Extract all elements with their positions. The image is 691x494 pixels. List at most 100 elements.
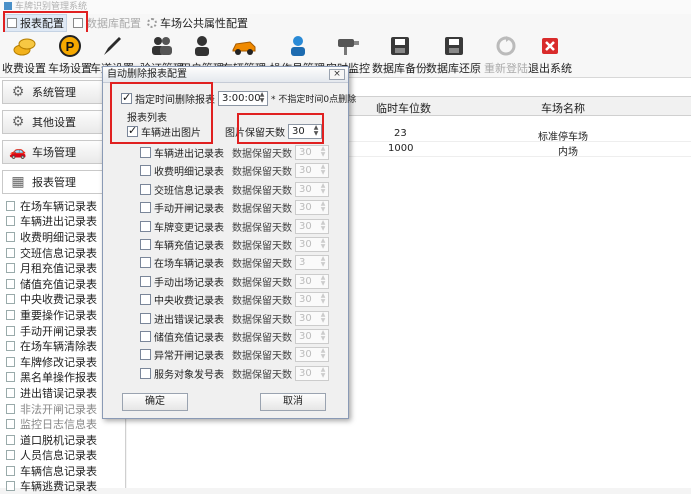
- report-checkbox[interactable]: [140, 147, 151, 158]
- list-item[interactable]: 人员信息记录表: [6, 448, 125, 464]
- dialog-close-button[interactable]: ×: [329, 69, 345, 80]
- list-item[interactable]: 道口脱机记录表: [6, 432, 125, 448]
- time-note: * 不指定时间0点删除: [271, 95, 357, 105]
- column-header[interactable]: 临时车位数: [376, 100, 431, 116]
- report-icon: [6, 247, 15, 258]
- image-retention-row: 车辆进出图片 图片保留天数 30 ▲▼: [127, 124, 322, 139]
- spinner-arrows-icon[interactable]: ▲ ▼: [319, 311, 327, 325]
- report-days-label: 数据保留天数: [232, 149, 292, 160]
- report-checkbox[interactable]: [140, 367, 151, 379]
- ok-button[interactable]: 确定: [122, 393, 188, 411]
- report-checkbox[interactable]: [140, 349, 151, 361]
- toolbar-db-backup[interactable]: 数据库备份: [372, 32, 427, 78]
- report-days-spinner[interactable]: 30 ▲ ▼: [295, 310, 329, 326]
- window-title: 车牌识别管理系统: [15, 2, 88, 12]
- gear-icon: [147, 18, 157, 28]
- toolbar-db-restore[interactable]: 数据库还原: [426, 32, 481, 78]
- report-days-spinner[interactable]: 30 ▲ ▼: [295, 163, 329, 179]
- report-retention-row: 手动开闸记录表 数据保留天数 30 ▲ ▼: [140, 200, 329, 216]
- report-days-spinner[interactable]: 30 ▲ ▼: [295, 200, 329, 216]
- report-days-spinner[interactable]: 30 ▲ ▼: [295, 365, 329, 381]
- report-days-spinner[interactable]: 30 ▲ ▼: [295, 145, 329, 160]
- report-days-value: 30: [299, 165, 312, 177]
- report-checkbox[interactable]: [140, 257, 151, 269]
- image-checkbox[interactable]: [127, 124, 138, 137]
- report-days-spinner[interactable]: 30 ▲ ▼: [295, 273, 329, 289]
- spinner-arrows-icon[interactable]: ▲ ▼: [319, 293, 327, 306]
- menu-report-config[interactable]: 报表配置: [4, 14, 67, 32]
- spinner-arrows-icon[interactable]: ▲ ▼: [319, 256, 327, 269]
- report-checkbox[interactable]: [140, 183, 151, 195]
- sidebar-section-label: 车场管理: [32, 146, 76, 159]
- toolbar-relogin[interactable]: 重新登陆: [484, 32, 528, 78]
- spinner-arrows-icon[interactable]: ▲ ▼: [319, 146, 327, 159]
- report-row-label: 进出错误记录表: [154, 314, 224, 326]
- report-days-spinner[interactable]: 30 ▲ ▼: [295, 329, 329, 344]
- toolbar-lot-settings[interactable]: P 车场设置: [48, 32, 92, 78]
- spinner-arrows-icon[interactable]: ▲ ▼: [319, 274, 327, 288]
- spinner-arrows-icon[interactable]: ▲ ▼: [319, 182, 327, 196]
- report-days-spinner[interactable]: 3 ▲ ▼: [295, 255, 329, 271]
- toolbar-exit[interactable]: 退出系统: [528, 32, 572, 78]
- spinner-arrows-icon[interactable]: ▲ ▼: [319, 238, 327, 251]
- report-checkbox[interactable]: [140, 202, 151, 214]
- report-row-label: 手动开闸记录表: [154, 204, 224, 216]
- menu-lot-common-config[interactable]: 车场公共属性配置: [147, 15, 248, 31]
- report-checkbox[interactable]: [140, 165, 151, 177]
- toolbar-label: 车场设置: [48, 62, 92, 75]
- image-days-spinner[interactable]: 30 ▲ ▼: [288, 124, 322, 139]
- spinner-arrows-icon[interactable]: ▲ ▼: [319, 366, 327, 380]
- report-checkbox[interactable]: [140, 312, 151, 324]
- report-days-spinner[interactable]: 30 ▲ ▼: [295, 237, 329, 252]
- report-icon: [6, 450, 15, 461]
- report-retention-row: 进出错误记录表 数据保留天数 30 ▲ ▼: [140, 310, 329, 326]
- report-days-spinner[interactable]: 30 ▲ ▼: [295, 181, 329, 197]
- camera-icon: [335, 34, 361, 58]
- time-value: 3:00:00: [222, 93, 261, 104]
- report-days-spinner[interactable]: 30 ▲ ▼: [295, 218, 329, 234]
- spinner-arrows-icon[interactable]: ▲ ▼: [319, 330, 327, 343]
- report-checkbox[interactable]: [140, 275, 151, 287]
- spinner-arrows-icon[interactable]: ▲ ▼: [258, 92, 266, 105]
- menu-label: 数据库配置: [86, 17, 141, 30]
- time-spinner[interactable]: 3:00:00 ▲ ▼: [218, 91, 268, 106]
- toolbar-fee-settings[interactable]: 收费设置: [2, 32, 46, 78]
- menu-db-config[interactable]: 数据库配置: [73, 15, 141, 31]
- report-checkbox[interactable]: [140, 239, 151, 250]
- menu-bar: 报表配置 数据库配置 车场公共属性配置: [0, 14, 691, 32]
- report-days-value: 30: [299, 147, 312, 158]
- report-row-label: 车辆充值记录表: [154, 241, 224, 252]
- report-row-label: 交班信息记录表: [154, 185, 224, 197]
- report-label: 重要操作记录表: [20, 308, 97, 322]
- report-retention-row: 在场车辆记录表 数据保留天数 3 ▲ ▼: [140, 255, 329, 271]
- report-icon: [6, 481, 15, 492]
- spinner-arrows-icon[interactable]: ▲ ▼: [319, 348, 327, 361]
- report-checkbox[interactable]: [140, 294, 151, 306]
- timed-delete-checkbox[interactable]: [121, 91, 132, 104]
- cancel-button[interactable]: 取消: [260, 393, 326, 411]
- report-checkbox[interactable]: [140, 331, 151, 342]
- report-label: 手动开闸记录表: [20, 324, 97, 338]
- list-item[interactable]: 车辆逃费记录表: [6, 479, 125, 494]
- report-days-value: 30: [299, 294, 312, 306]
- parking-icon: P: [57, 34, 83, 58]
- gear-icon: ⚙: [11, 114, 25, 130]
- sidebar-section-label: 其他设置: [32, 116, 76, 129]
- image-days-value: 30: [292, 126, 305, 137]
- report-days-spinner[interactable]: 30 ▲ ▼: [295, 347, 329, 363]
- spinner-arrows-icon[interactable]: ▲ ▼: [319, 201, 327, 214]
- report-days-spinner[interactable]: 30 ▲ ▼: [295, 292, 329, 308]
- report-checkbox[interactable]: [140, 220, 151, 232]
- report-label: 非法开闸记录表: [20, 402, 97, 416]
- report-retention-row: 中央收费记录表 数据保留天数 30 ▲ ▼: [140, 292, 329, 308]
- operator-icon: [285, 34, 311, 58]
- cell-spaces: 23: [394, 128, 407, 139]
- report-label: 人员信息记录表: [20, 449, 97, 463]
- spinner-arrows-icon[interactable]: ▲ ▼: [319, 164, 327, 177]
- list-item[interactable]: 车辆信息记录表: [6, 463, 125, 479]
- spinner-arrows-icon[interactable]: ▲ ▼: [319, 219, 327, 233]
- toolbar-label: 数据库备份: [372, 62, 427, 75]
- menu-label: 报表配置: [20, 17, 64, 30]
- column-header[interactable]: 车场名称: [541, 100, 585, 116]
- spinner-arrows-icon[interactable]: ▲ ▼: [312, 125, 320, 138]
